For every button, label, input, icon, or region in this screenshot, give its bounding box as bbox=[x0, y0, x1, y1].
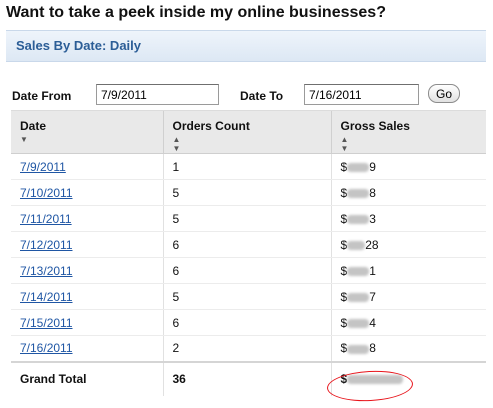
sales-visible-digits: 7 bbox=[369, 289, 376, 304]
sales-visible-digits: 4 bbox=[369, 315, 376, 330]
orders-count-cell: 5 bbox=[162, 205, 331, 232]
gross-sales-cell: $7 bbox=[330, 283, 486, 310]
currency-symbol: $ bbox=[340, 289, 348, 304]
date-link[interactable]: 7/12/2011 bbox=[20, 238, 73, 252]
redacted-value bbox=[347, 240, 366, 250]
grand-total-label: Grand Total bbox=[11, 360, 163, 396]
currency-symbol: $ bbox=[340, 185, 348, 200]
sort-down-icon[interactable]: ▼ bbox=[20, 135, 154, 144]
report-title: Sales By Date: Daily bbox=[16, 38, 142, 53]
date-link[interactable]: 7/15/2011 bbox=[20, 316, 73, 330]
currency-symbol: $ bbox=[340, 159, 348, 174]
date-from-label: Date From bbox=[12, 89, 72, 103]
orders-count-cell: 6 bbox=[162, 231, 331, 258]
sales-visible-digits: 3 bbox=[369, 211, 376, 226]
date-to-label: Date To bbox=[240, 89, 284, 103]
column-header-label: Gross Sales bbox=[340, 119, 410, 133]
date-link[interactable]: 7/13/2011 bbox=[20, 264, 73, 278]
sort-arrows-icon[interactable]: ▲ ▼ bbox=[341, 135, 478, 153]
date-cell: 7/16/2011 bbox=[11, 335, 163, 362]
gross-sales-cell: $9 bbox=[330, 153, 486, 180]
date-link[interactable]: 7/11/2011 bbox=[20, 212, 72, 226]
gross-sales-cell: $8 bbox=[330, 335, 486, 362]
date-cell: 7/15/2011 bbox=[11, 309, 163, 336]
redacted-value bbox=[347, 318, 370, 328]
gross-sales-cell: $1 bbox=[330, 257, 486, 284]
column-header-label: Orders Count bbox=[172, 119, 250, 133]
table-row: 7/14/2011 5 $7 bbox=[11, 283, 486, 310]
date-cell: 7/13/2011 bbox=[11, 257, 163, 284]
table-header-row: Date ▼ Orders Count ▲ ▼ Gross Sales ▲ ▼ bbox=[11, 110, 486, 154]
report-panel-header: Sales By Date: Daily bbox=[6, 30, 486, 62]
date-link[interactable]: 7/16/2011 bbox=[20, 341, 73, 355]
redacted-value bbox=[347, 266, 370, 276]
sales-visible-digits: 8 bbox=[369, 185, 376, 200]
date-from-input[interactable] bbox=[96, 84, 219, 105]
table-row: 7/13/2011 6 $1 bbox=[11, 257, 486, 284]
orders-count-cell: 1 bbox=[162, 153, 331, 180]
currency-symbol: $ bbox=[340, 341, 348, 356]
sales-table: Date ▼ Orders Count ▲ ▼ Gross Sales ▲ ▼ 7/… bbox=[11, 110, 486, 396]
sales-visible-digits: 8 bbox=[369, 341, 376, 356]
date-link[interactable]: 7/10/2011 bbox=[20, 186, 73, 200]
grand-total-orders: 36 bbox=[162, 360, 331, 396]
table-row: 7/11/2011 5 $3 bbox=[11, 205, 486, 232]
column-header-date[interactable]: Date ▼ bbox=[11, 110, 163, 154]
orders-count-cell: 6 bbox=[162, 309, 331, 336]
date-to-input[interactable] bbox=[304, 84, 419, 105]
currency-symbol: $ bbox=[340, 315, 348, 330]
orders-count-cell: 2 bbox=[162, 335, 331, 362]
table-row: 7/10/2011 5 $8 bbox=[11, 179, 486, 206]
gross-sales-cell: $28 bbox=[330, 231, 486, 258]
date-cell: 7/10/2011 bbox=[11, 179, 163, 206]
orders-count-cell: 5 bbox=[162, 179, 331, 206]
redacted-value bbox=[347, 162, 370, 172]
date-cell: 7/14/2011 bbox=[11, 283, 163, 310]
redacted-value bbox=[347, 188, 370, 198]
redacted-value bbox=[347, 344, 370, 354]
orders-count-cell: 5 bbox=[162, 283, 331, 310]
go-button[interactable]: Go bbox=[428, 84, 460, 103]
redacted-value bbox=[347, 292, 370, 302]
orders-count-cell: 6 bbox=[162, 257, 331, 284]
table-row: 7/16/2011 2 $8 bbox=[11, 335, 486, 362]
date-cell: 7/11/2011 bbox=[11, 205, 163, 232]
grand-total-row: Grand Total 36 $ bbox=[11, 360, 486, 396]
column-header-label: Date bbox=[20, 119, 47, 133]
sales-visible-digits: 1 bbox=[369, 263, 376, 278]
sales-visible-digits: 9 bbox=[369, 159, 376, 174]
table-row: 7/9/2011 1 $9 bbox=[11, 153, 486, 180]
table-row: 7/15/2011 6 $4 bbox=[11, 309, 486, 336]
page-headline: Want to take a peek inside my online bus… bbox=[6, 4, 386, 21]
date-cell: 7/12/2011 bbox=[11, 231, 163, 258]
table-row: 7/12/2011 6 $28 bbox=[11, 231, 486, 258]
column-header-gross-sales[interactable]: Gross Sales ▲ ▼ bbox=[330, 110, 486, 154]
sales-visible-digits: 28 bbox=[365, 237, 379, 252]
redacted-value bbox=[347, 214, 370, 224]
currency-symbol: $ bbox=[340, 211, 348, 226]
date-link[interactable]: 7/9/2011 bbox=[20, 160, 66, 174]
currency-symbol: $ bbox=[340, 263, 348, 278]
date-cell: 7/9/2011 bbox=[11, 153, 163, 180]
gross-sales-cell: $3 bbox=[330, 205, 486, 232]
currency-symbol: $ bbox=[340, 237, 348, 252]
column-header-orders-count[interactable]: Orders Count ▲ ▼ bbox=[162, 110, 331, 154]
gross-sales-cell: $8 bbox=[330, 179, 486, 206]
sort-arrows-icon[interactable]: ▲ ▼ bbox=[173, 135, 322, 153]
gross-sales-cell: $4 bbox=[330, 309, 486, 336]
date-link[interactable]: 7/14/2011 bbox=[20, 290, 73, 304]
